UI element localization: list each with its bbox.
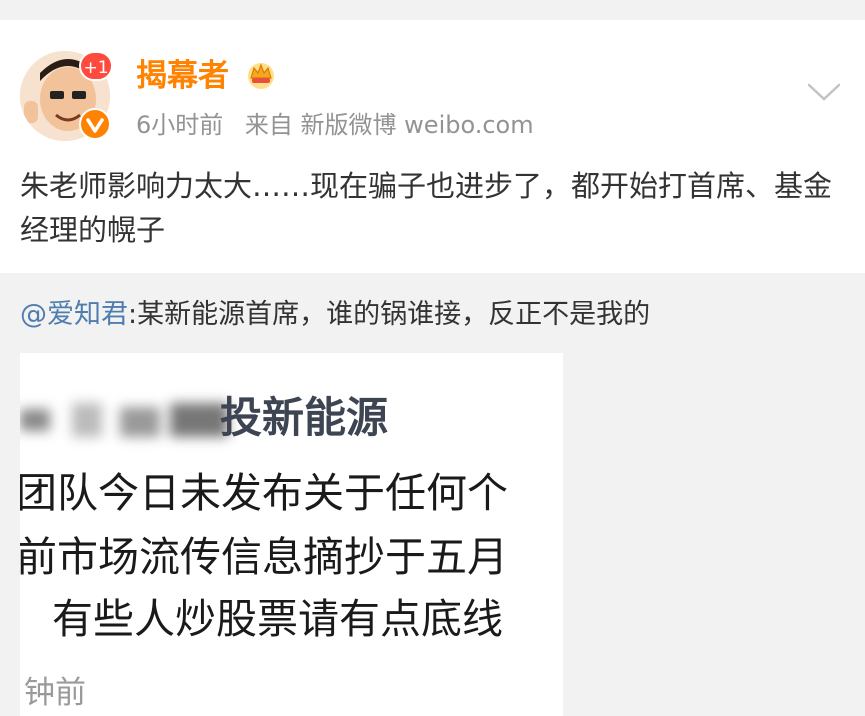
verified-icon (79, 108, 111, 140)
username[interactable]: 揭幕者 (136, 54, 229, 98)
image-time: 钟前 (24, 675, 86, 711)
mention-link[interactable]: @爱知君 (20, 299, 128, 330)
post-text: 朱老师影响力太大……现在骗子也进步了，都开始打首席、基金经理的幌子 (20, 169, 833, 247)
chevron-down-icon[interactable] (806, 80, 842, 108)
notification-badge: +1 (79, 51, 113, 81)
repost-image[interactable]: 投新能源 团队今日未发布关于任何个 前市场流传信息摘抄于五月 有些人炒股票请有点… (20, 353, 563, 716)
image-line: 前市场流传信息摘抄于五月 (20, 533, 508, 581)
post-source[interactable]: 来自 新版微博 weibo.com (245, 111, 534, 139)
post-meta: 6小时前 来自 新版微博 weibo.com (136, 108, 548, 142)
image-line: 团队今日未发布关于任何个 (20, 469, 508, 517)
crown-icon (244, 58, 278, 94)
repost-block[interactable]: @爱知君:某新能源首席，谁的锅谁接，反正不是我的 投新能源 团队今日未发布关于任… (0, 273, 865, 716)
repost-line: @爱知君:某新能源首席，谁的锅谁接，反正不是我的 (20, 295, 650, 335)
image-line: 有些人炒股票请有点底线 (52, 595, 503, 643)
post-time: 6小时前 (136, 111, 224, 139)
image-title: 投新能源 (220, 393, 389, 442)
weibo-post: +1 揭幕者 6小时前 来自 新版微博 weibo.com 朱老师影响力太大……… (0, 20, 865, 273)
repost-text: :某新能源首席，谁的锅谁接，反正不是我的 (128, 299, 651, 330)
blurred-region (20, 403, 230, 437)
